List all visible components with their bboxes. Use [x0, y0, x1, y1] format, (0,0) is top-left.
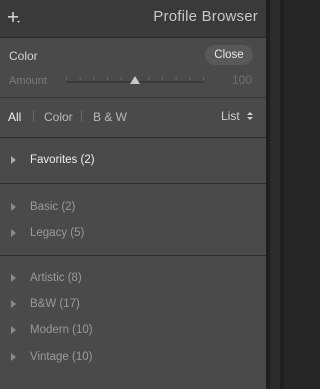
- slider-tick: [148, 77, 150, 80]
- profile-group-label: Vintage (10): [30, 351, 93, 363]
- amount-value[interactable]: 100: [232, 73, 252, 87]
- profile-group-creative: Artistic (8) B&W (17) Modern (10) Vintag…: [0, 256, 266, 389]
- slider-thumb[interactable]: [130, 76, 140, 84]
- filter-bw[interactable]: B & W: [93, 110, 127, 124]
- filter-divider: [81, 110, 82, 122]
- scrollbar-thumb[interactable]: [270, 0, 280, 389]
- expand-caret-icon: [11, 326, 16, 334]
- panel-scrollbar[interactable]: [266, 0, 284, 389]
- profile-group-basic: Basic (2) Legacy (5): [0, 184, 266, 256]
- profile-group-label: Favorites (2): [30, 154, 95, 166]
- slider-tick: [189, 77, 191, 80]
- slider-tick: [93, 77, 95, 80]
- profile-browser-panel: Profile Browser Color Close Amount 100 A…: [0, 0, 266, 389]
- filter-all[interactable]: All: [8, 110, 21, 124]
- expand-caret-icon: [11, 274, 16, 282]
- expand-caret-icon: [11, 300, 16, 308]
- profile-group-label: Artistic (8): [30, 272, 82, 284]
- expand-caret-icon: [11, 156, 16, 164]
- profile-group-row[interactable]: Legacy (5): [0, 224, 266, 244]
- expand-caret-icon: [11, 203, 16, 211]
- profile-group-label: Modern (10): [30, 324, 93, 336]
- profile-group-row[interactable]: Vintage (10): [0, 348, 266, 368]
- profile-group-label: B&W (17): [30, 298, 80, 310]
- amount-slider[interactable]: [66, 74, 204, 88]
- profile-group-label: Basic (2): [30, 201, 76, 213]
- profile-group-row[interactable]: Basic (2): [0, 198, 266, 218]
- slider-tick: [161, 77, 163, 80]
- profile-group-label: Legacy (5): [30, 227, 85, 239]
- panel-title: Profile Browser: [153, 8, 258, 25]
- panel-header: Profile Browser: [0, 0, 266, 38]
- slider-tick: [79, 77, 81, 80]
- slider-tick: [175, 77, 177, 80]
- view-mode-select[interactable]: List: [221, 109, 253, 123]
- plus-icon[interactable]: [5, 9, 21, 25]
- profile-name-label: Color: [9, 49, 38, 63]
- amount-label: Amount: [9, 75, 47, 87]
- profile-group-row[interactable]: B&W (17): [0, 295, 266, 315]
- profile-amount-section: Color Close Amount 100: [0, 38, 266, 98]
- expand-caret-icon: [11, 229, 16, 237]
- slider-tick: [203, 77, 204, 80]
- expand-caret-icon: [11, 353, 16, 361]
- view-mode-label: List: [221, 109, 240, 123]
- profile-group-row[interactable]: Favorites (2): [0, 151, 266, 171]
- profile-group-row[interactable]: Modern (10): [0, 321, 266, 341]
- profile-filter-bar: All Color B & W List: [0, 98, 266, 138]
- profile-group-row[interactable]: Artistic (8): [0, 269, 266, 289]
- slider-tick: [120, 77, 122, 80]
- filter-divider: [33, 110, 34, 122]
- close-button[interactable]: Close: [205, 45, 253, 65]
- profile-group-favorites: Favorites (2): [0, 138, 266, 184]
- slider-tick: [66, 77, 67, 80]
- slider-tick: [107, 77, 109, 80]
- up-down-arrows-icon: [247, 112, 253, 120]
- filter-color[interactable]: Color: [44, 110, 73, 124]
